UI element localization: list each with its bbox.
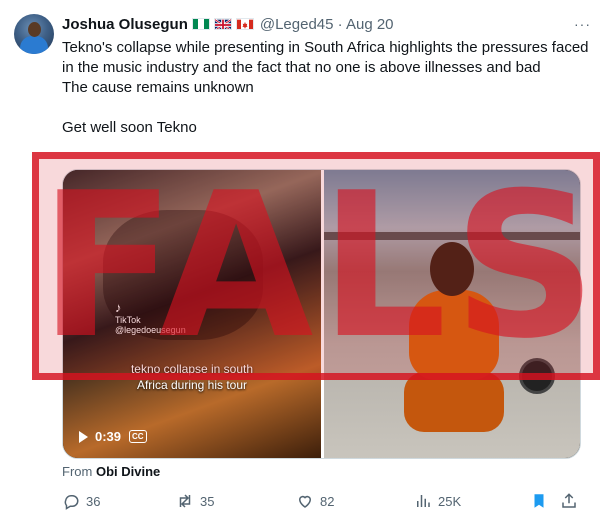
from-name[interactable]: Obi Divine — [96, 464, 160, 479]
tweet-text: Tekno's collapse while presenting in Sou… — [62, 38, 592, 138]
repost-icon — [179, 494, 191, 508]
video-caption-line: Africa during his tour — [136, 378, 248, 392]
reply-button[interactable]: 36 — [62, 492, 100, 510]
views-icon — [417, 495, 430, 507]
tweet-text-line: The cause remains unknown — [62, 79, 254, 96]
reply-count: 36 — [86, 493, 101, 509]
bookmark-button[interactable] — [530, 492, 554, 510]
false-stamp: FALSE — [32, 152, 600, 380]
like-count: 82 — [320, 493, 335, 509]
like-icon — [298, 495, 312, 508]
author-name[interactable]: Joshua Olusegun — [62, 16, 188, 33]
views-count: 25K — [438, 493, 462, 509]
nigeria-flag-icon — [191, 18, 210, 30]
uk-flag-icon — [213, 18, 232, 30]
from-prefix: From — [62, 464, 93, 479]
action-bar: 36 35 82 25K — [62, 492, 582, 514]
reply-icon — [64, 494, 79, 510]
handle-and-date[interactable]: @Leged45 · Aug 20 — [260, 16, 394, 33]
play-icon[interactable] — [79, 430, 88, 443]
false-stamp-word: FALSE — [39, 152, 600, 380]
bookmark-icon — [534, 494, 544, 508]
canada-flag-icon — [235, 18, 254, 30]
share-button[interactable] — [560, 492, 584, 510]
cc-icon[interactable]: CC — [129, 430, 147, 443]
video-controls[interactable]: 0:39 CC — [79, 429, 147, 444]
views-button[interactable]: 25K — [414, 492, 461, 510]
from-attribution: From Obi Divine — [62, 464, 160, 479]
avatar[interactable] — [14, 14, 54, 54]
like-button[interactable]: 82 — [296, 492, 334, 510]
more-icon[interactable]: ··· — [574, 16, 591, 32]
tweet-header: Joshua Olusegun @Leged45 · Aug 20 ··· — [62, 14, 591, 34]
video-time: 0:39 — [95, 429, 122, 444]
repost-button[interactable]: 35 — [176, 492, 214, 510]
share-icon — [562, 493, 576, 508]
tweet-text-line: Tekno's collapse while presenting in Sou… — [62, 39, 589, 76]
tweet-text-line: Get well soon Tekno — [62, 119, 197, 136]
repost-count: 35 — [200, 493, 215, 509]
